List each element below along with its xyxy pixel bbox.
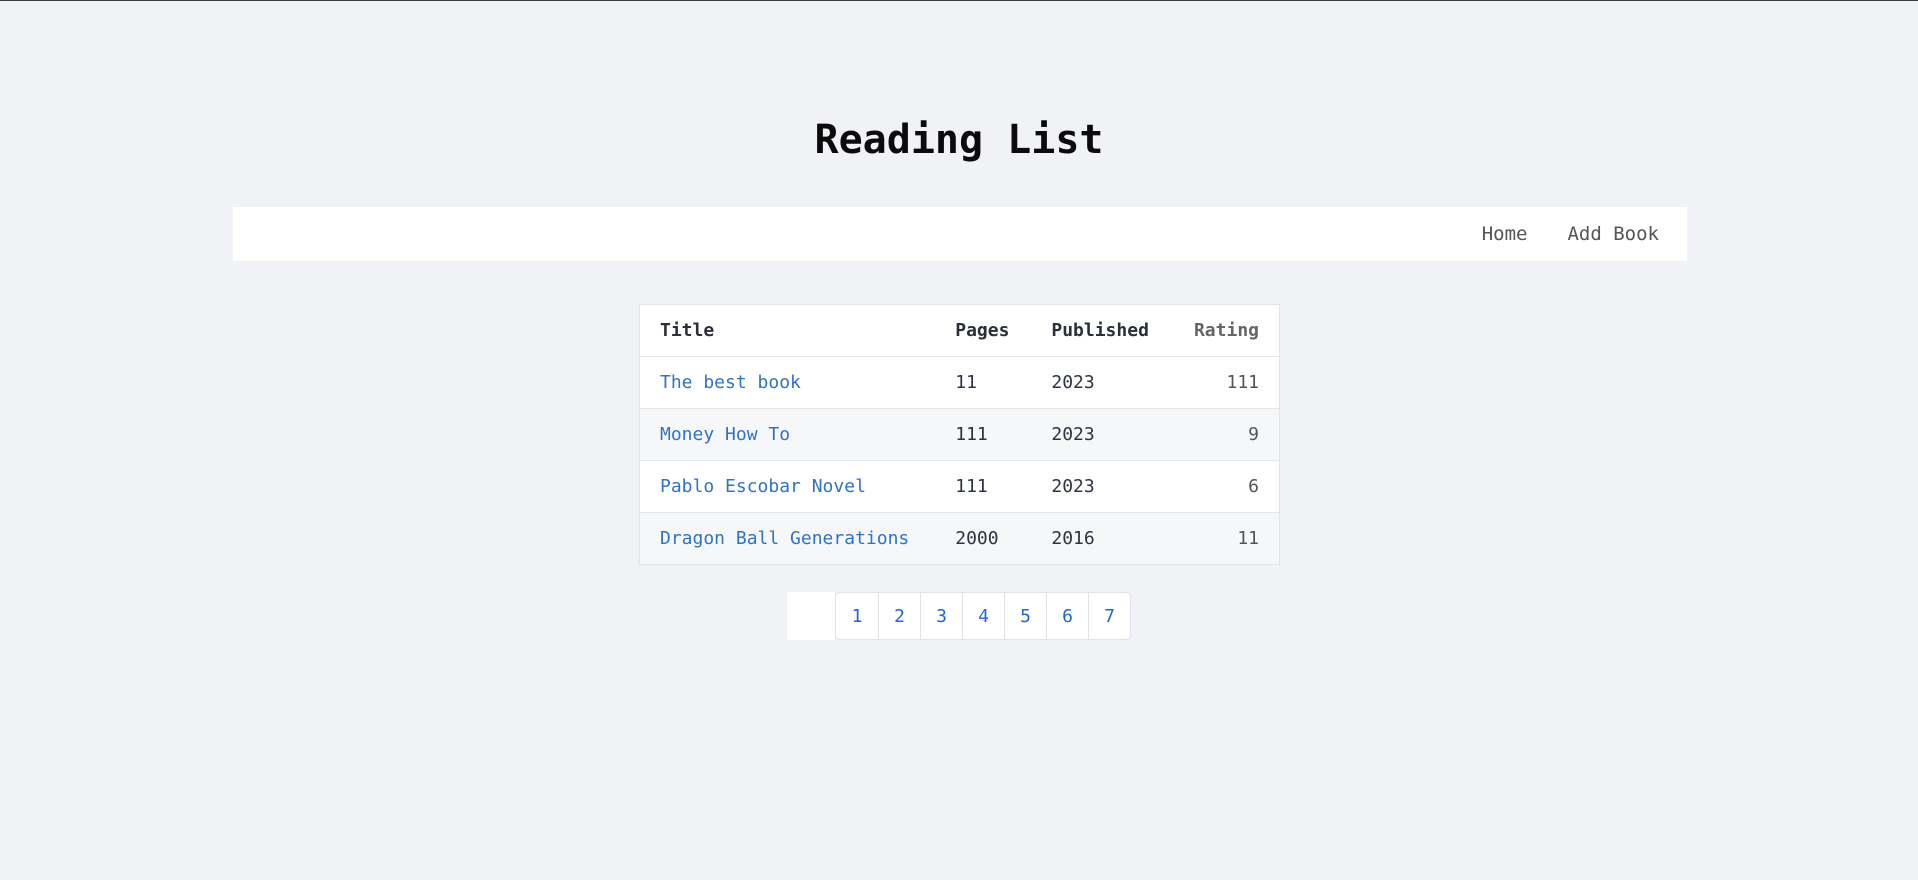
cell-pages: 111: [935, 460, 1032, 513]
cell-rating: 9: [1171, 408, 1279, 461]
book-title-link[interactable]: Dragon Ball Generations: [660, 528, 909, 549]
cell-published: 2023: [1031, 408, 1172, 461]
cell-rating: 6: [1171, 460, 1279, 513]
page-link-3[interactable]: 3: [920, 593, 962, 639]
cell-title: Dragon Ball Generations: [640, 512, 936, 564]
page-link-6[interactable]: 6: [1046, 593, 1088, 639]
column-header-published: Published: [1051, 320, 1149, 341]
book-title-link[interactable]: Pablo Escobar Novel: [660, 476, 866, 497]
cell-published: 2016: [1031, 512, 1172, 564]
book-title-link[interactable]: Money How To: [660, 424, 790, 445]
page-link-4[interactable]: 4: [962, 593, 1004, 639]
cell-published: 2023: [1031, 460, 1172, 513]
nav-link-home[interactable]: Home: [1482, 223, 1528, 245]
table-row: Pablo Escobar Novel 111 2023 6: [640, 460, 1279, 513]
pagination-previous-button[interactable]: [787, 592, 835, 640]
cell-published: 2023: [1031, 356, 1172, 409]
table-row: Dragon Ball Generations 2000 2016 11: [640, 512, 1279, 564]
cell-pages: 111: [935, 408, 1032, 461]
table-header-row: Title Pages Published Rating: [640, 305, 1279, 357]
book-title-link[interactable]: The best book: [660, 372, 801, 393]
cell-rating: 111: [1171, 356, 1279, 409]
cell-rating: 11: [1171, 512, 1279, 564]
cell-pages: 2000: [935, 512, 1032, 564]
window-top-border: [0, 0, 1918, 1]
column-header-pages: Pages: [955, 320, 1010, 341]
navbar: Home Add Book: [233, 207, 1687, 261]
cell-title: Money How To: [640, 408, 936, 461]
column-header-rating[interactable]: Rating: [1172, 305, 1279, 357]
table-row: Money How To 111 2023 9: [640, 408, 1279, 461]
cell-title: The best book: [640, 356, 936, 409]
cell-title: Pablo Escobar Novel: [640, 460, 936, 513]
table-row: The best book 11 2023 111: [640, 356, 1279, 409]
page-link-7[interactable]: 7: [1088, 593, 1130, 639]
nav-links: Home Add Book: [1482, 207, 1659, 261]
nav-link-add-book[interactable]: Add Book: [1567, 223, 1659, 245]
page-link-5[interactable]: 5: [1004, 593, 1046, 639]
page-title: Reading List: [814, 117, 1104, 163]
page-link-1[interactable]: 1: [836, 593, 878, 639]
column-header-title: Title: [660, 320, 715, 341]
pagination-page-list: 1 2 3 4 5 6 7: [835, 592, 1131, 640]
books-table: Title Pages Published Rating The best bo…: [639, 304, 1280, 565]
cell-pages: 11: [935, 356, 1032, 409]
page-link-2[interactable]: 2: [878, 593, 920, 639]
pagination: 1 2 3 4 5 6 7: [787, 592, 1131, 640]
